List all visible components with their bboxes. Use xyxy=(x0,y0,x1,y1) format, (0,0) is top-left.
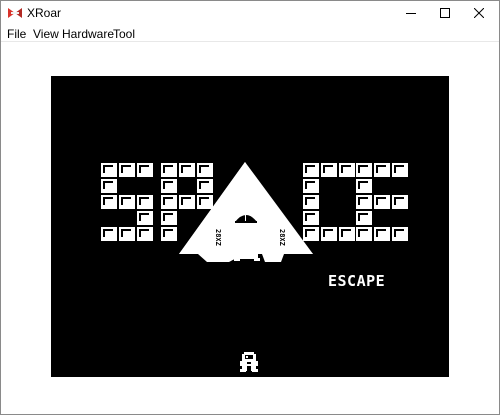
game-canvas: 28XZ 28XZ ESCAPE xyxy=(101,162,408,372)
ship-label-right: 28XZ xyxy=(278,229,286,246)
close-button[interactable] xyxy=(462,1,496,25)
menu-view[interactable]: View xyxy=(33,27,59,41)
xroar-app-icon xyxy=(7,6,23,20)
escape-subtitle: ESCAPE xyxy=(328,272,385,290)
maximize-button[interactable] xyxy=(428,1,462,25)
title-bar[interactable]: XRoar xyxy=(1,1,499,25)
menu-hardware[interactable]: Hardware xyxy=(62,27,114,41)
close-icon xyxy=(474,8,484,18)
menu-tool[interactable]: Tool xyxy=(113,27,135,41)
window-title: XRoar xyxy=(27,6,62,20)
minimize-button[interactable] xyxy=(394,1,428,25)
xroar-window: XRoar File View Hardware Tool 28XZ 28XZ … xyxy=(0,0,500,415)
emulator-client-area: 28XZ 28XZ ESCAPE xyxy=(1,43,499,414)
menu-bar: File View Hardware Tool xyxy=(1,25,499,42)
astronaut-sprite xyxy=(240,352,258,372)
menu-file[interactable]: File xyxy=(7,27,26,41)
minimize-icon xyxy=(406,13,416,14)
emulator-screen[interactable]: 28XZ 28XZ ESCAPE xyxy=(51,76,449,377)
maximize-icon xyxy=(440,8,450,18)
ship-label-left: 28XZ xyxy=(214,229,222,246)
